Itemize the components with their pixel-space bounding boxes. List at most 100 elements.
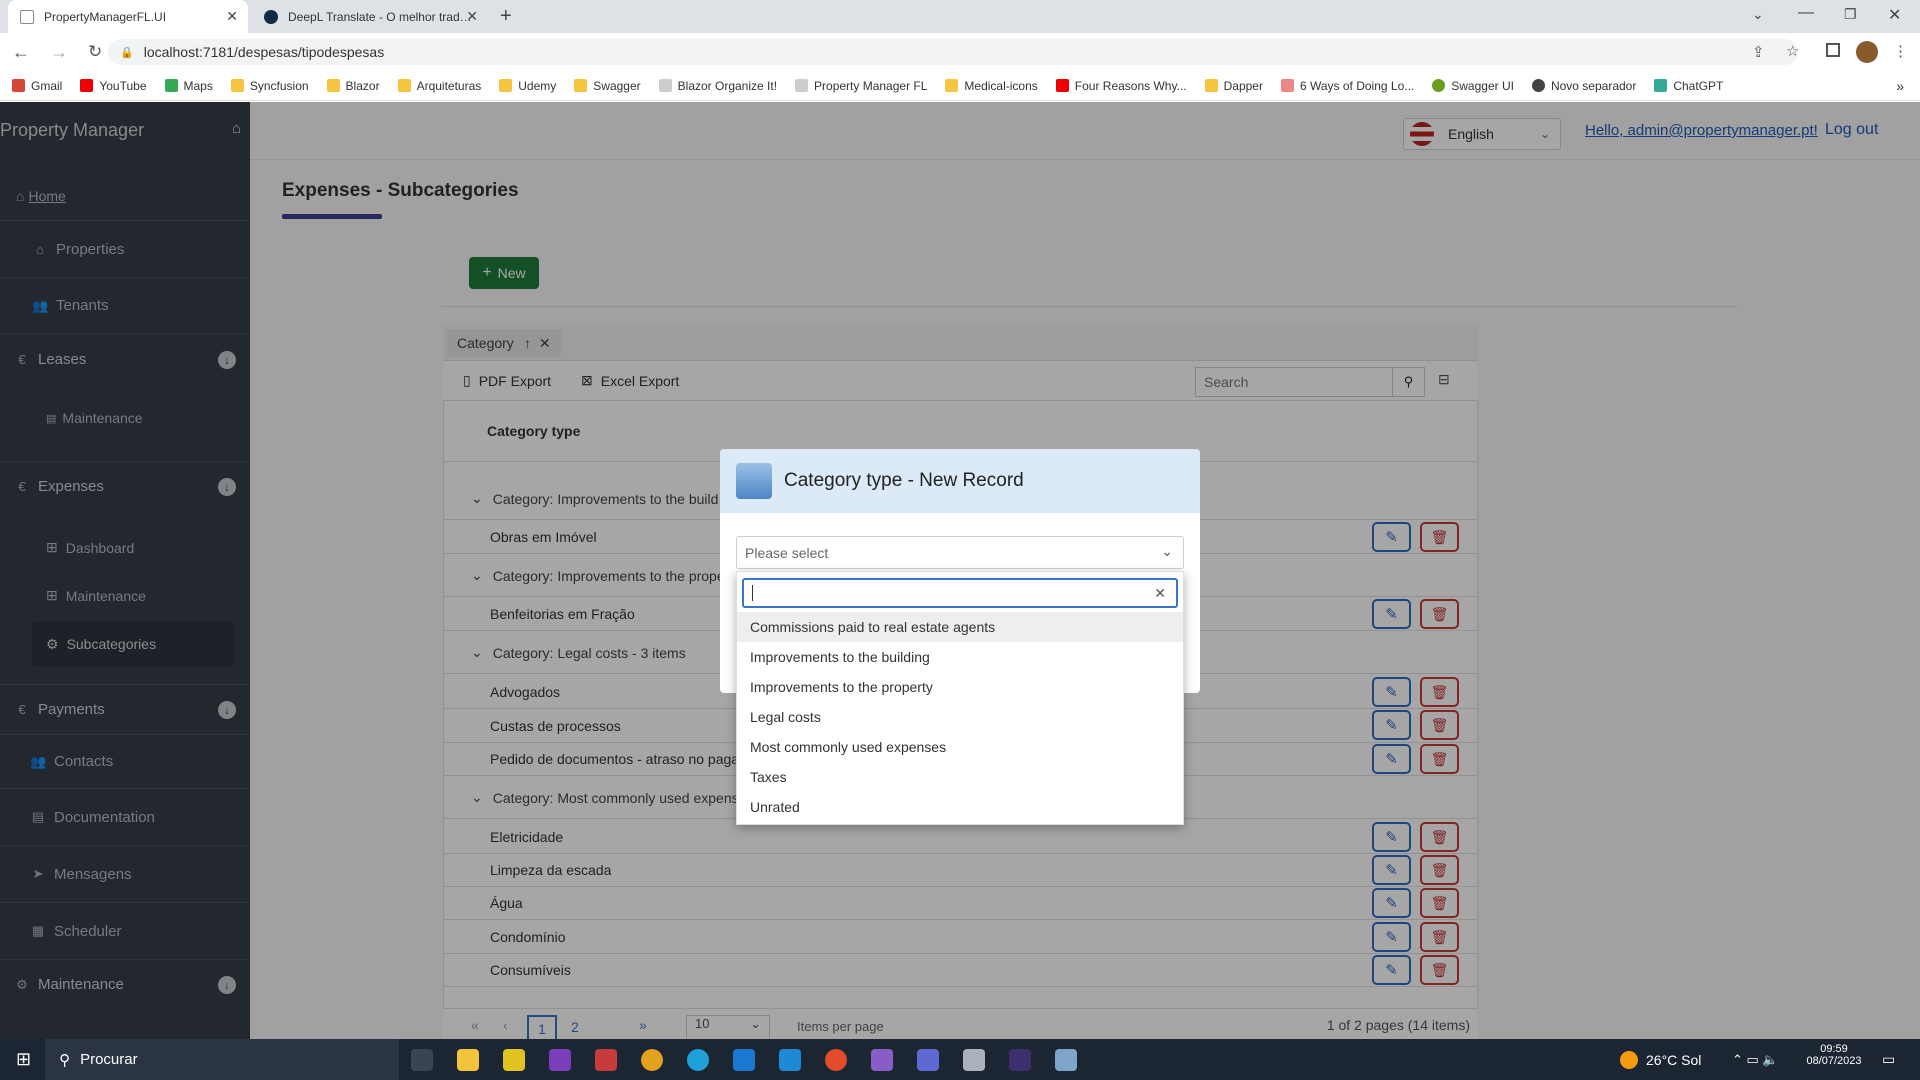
database-icon[interactable]: [963, 1048, 986, 1071]
restore-icon[interactable]: ❐: [1844, 6, 1857, 23]
page-icon: [658, 79, 672, 92]
dropdown-option[interactable]: Unrated: [737, 792, 1183, 822]
dialog-header: Category type - New Record: [720, 449, 1200, 513]
browser-tab-bar: PropertyManagerFL.UI ✕ DeepL Translate -…: [0, 0, 1920, 33]
more-bookmarks-icon[interactable]: »: [1896, 78, 1904, 94]
dropdown-option[interactable]: Most commonly used expenses: [737, 732, 1183, 762]
close-tab-icon[interactable]: ✕: [466, 8, 478, 25]
close-window-icon[interactable]: ✕: [1888, 5, 1901, 25]
page-icon: [20, 9, 34, 24]
dropdown-popup: ✕ Commissions paid to real estate agents…: [736, 571, 1184, 825]
folder-icon: [1204, 79, 1218, 92]
bookmark[interactable]: Dapper: [1204, 79, 1263, 93]
swagger-icon: [1432, 79, 1446, 92]
tab-title: DeepL Translate - O melhor trad…: [288, 9, 472, 24]
search-icon: ⚲: [59, 1051, 71, 1069]
folder-icon: [397, 79, 411, 92]
store-icon[interactable]: [733, 1048, 756, 1071]
lock-icon: 🔒: [120, 46, 134, 59]
app-icon[interactable]: [503, 1048, 526, 1071]
dropdown-option[interactable]: Legal costs: [737, 702, 1183, 732]
dropdown-option[interactable]: Improvements to the property: [737, 672, 1183, 702]
new-tab-icon[interactable]: +: [500, 5, 512, 28]
bookmark[interactable]: Swagger UI: [1432, 79, 1514, 93]
clear-icon[interactable]: ✕: [1154, 585, 1166, 602]
bookmark[interactable]: Medical-icons: [945, 79, 1038, 93]
bookmark[interactable]: Gmail: [12, 79, 62, 93]
windows-taskbar: ⊞ ⚲ Procurar 26°C Sol ⌃ ▭ 🔈 09:59 08/07/2…: [0, 1039, 1920, 1080]
page-icon: [795, 79, 809, 92]
maps-icon: [164, 79, 178, 92]
dropdown-option[interactable]: Commissions paid to real estate agents: [737, 612, 1183, 642]
globe-icon: [1531, 79, 1545, 92]
close-tab-icon[interactable]: ✕: [226, 8, 238, 25]
tab-title: PropertyManagerFL.UI: [44, 9, 167, 24]
browser-tab-active[interactable]: PropertyManagerFL.UI ✕: [8, 0, 248, 33]
bookmark[interactable]: Udemy: [499, 79, 556, 93]
minimize-icon[interactable]: —: [1798, 4, 1814, 22]
bookmark[interactable]: 6 Ways of Doing Lo...: [1280, 79, 1414, 93]
folder-icon: [499, 79, 513, 92]
youtube-icon: [1055, 79, 1069, 92]
building-icon: [736, 463, 772, 499]
forward-icon[interactable]: →: [50, 42, 68, 63]
taskbar-search[interactable]: ⚲ Procurar: [45, 1039, 400, 1080]
app-icon[interactable]: [595, 1048, 618, 1071]
back-icon[interactable]: ←: [12, 42, 30, 63]
folder-icon: [574, 79, 588, 92]
browser-tab[interactable]: DeepL Translate - O melhor trad… ✕: [252, 0, 488, 33]
bookmark[interactable]: Novo separador: [1531, 79, 1636, 93]
url-text: localhost:7181/despesas/tipodespesas: [143, 44, 385, 60]
chevron-down-icon[interactable]: ⌄: [1161, 543, 1173, 560]
star-icon[interactable]: ☆: [1786, 42, 1799, 60]
bookmark[interactable]: Maps: [164, 79, 213, 93]
bookmark[interactable]: Blazor: [326, 79, 380, 93]
file-explorer-icon[interactable]: [457, 1048, 480, 1071]
bookmark[interactable]: YouTube: [80, 79, 147, 93]
bookmark[interactable]: ChatGPT: [1654, 79, 1723, 93]
terminal-icon[interactable]: [1009, 1048, 1032, 1071]
folder-icon: [230, 79, 244, 92]
bookmark[interactable]: Syncfusion: [230, 79, 309, 93]
task-view-icon[interactable]: [411, 1048, 434, 1071]
bookmarks-bar: Gmail YouTube Maps Syncfusion Blazor Arq…: [0, 71, 1920, 101]
bookmark[interactable]: Property Manager FL: [795, 79, 927, 93]
page-icon: [1280, 79, 1294, 92]
deepl-icon: [264, 9, 278, 24]
profile-avatar[interactable]: [1856, 41, 1878, 63]
dropdown-option[interactable]: Taxes: [737, 762, 1183, 792]
app-icon[interactable]: [917, 1048, 940, 1071]
gmail-icon: [12, 79, 25, 92]
bookmark[interactable]: Four Reasons Why...: [1055, 79, 1187, 93]
app-icon[interactable]: [1055, 1048, 1078, 1071]
bookmark[interactable]: Swagger: [574, 79, 641, 93]
windows-start-icon[interactable]: ⊞: [16, 1049, 31, 1070]
clock[interactable]: 09:59 08/07/2023: [1800, 1043, 1868, 1067]
chrome-icon[interactable]: [641, 1048, 664, 1071]
tab-search-icon[interactable]: ⌄: [1752, 6, 1764, 23]
app-icon[interactable]: [825, 1048, 848, 1071]
sun-icon: [1620, 1050, 1638, 1069]
edge-icon[interactable]: [687, 1048, 710, 1071]
share-icon[interactable]: ⇪: [1752, 43, 1765, 61]
dialog-title: Category type - New Record: [784, 470, 1024, 491]
tray-icons[interactable]: ⌃ ▭ 🔈: [1732, 1052, 1779, 1068]
reload-icon[interactable]: ↻: [88, 42, 102, 62]
youtube-icon: [80, 79, 94, 92]
bookmark[interactable]: Arquiteturas: [397, 79, 481, 93]
onenote-icon[interactable]: [549, 1048, 572, 1071]
vscode-icon[interactable]: [779, 1048, 802, 1071]
dropdown-option[interactable]: Improvements to the building: [737, 642, 1183, 672]
filter-input[interactable]: [753, 581, 1155, 605]
url-bar[interactable]: 🔒 localhost:7181/despesas/tipodespesas: [108, 39, 1798, 65]
folder-icon: [945, 79, 959, 92]
filter-input-wrapper: ✕: [742, 578, 1178, 608]
bookmark[interactable]: Blazor Organize It!: [658, 79, 777, 93]
weather-widget[interactable]: 26°C Sol: [1620, 1050, 1701, 1069]
notifications-icon[interactable]: ▭: [1882, 1051, 1895, 1068]
category-type-dropdown[interactable]: Please select ⌄: [736, 536, 1184, 569]
side-panel-icon[interactable]: [1826, 43, 1840, 57]
visual-studio-icon[interactable]: [871, 1048, 894, 1071]
menu-kebab-icon[interactable]: ⋮: [1893, 42, 1908, 60]
chatgpt-icon: [1654, 79, 1668, 92]
